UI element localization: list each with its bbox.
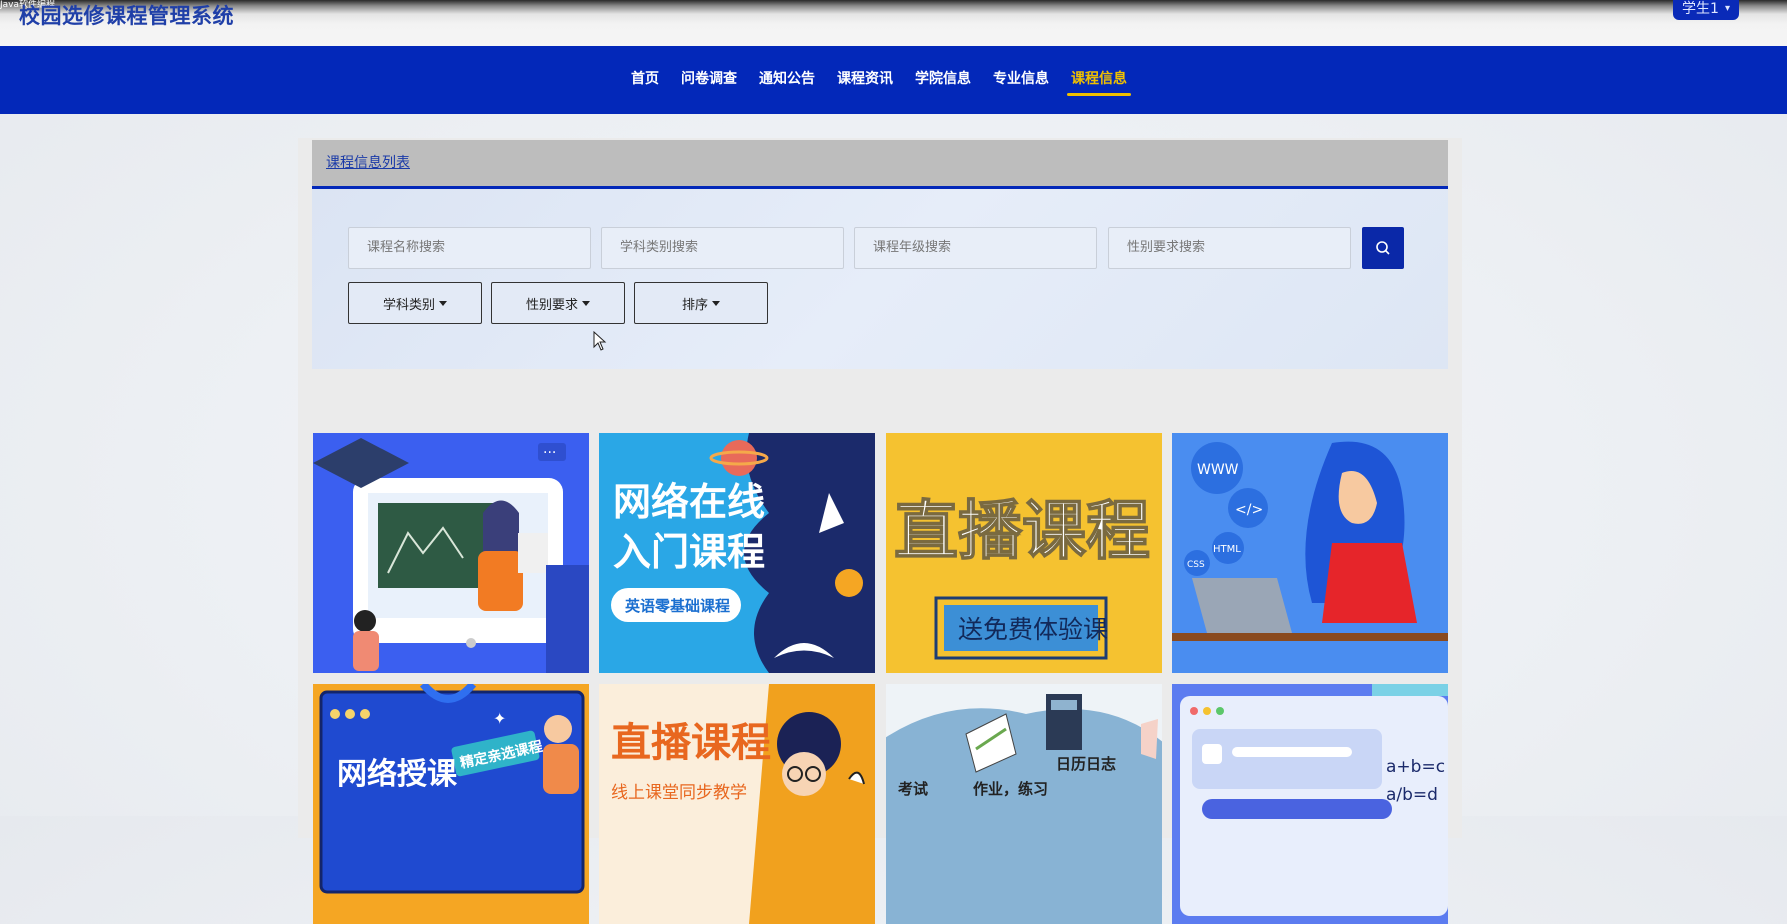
user-name: 学生1 [1682, 1, 1719, 17]
study-tools-illustration: 日历日志 考试 作业，练习 [886, 684, 1162, 924]
course-card[interactable]: ··· [313, 433, 589, 673]
nav-item-course-news[interactable]: 课程资讯 [826, 46, 904, 114]
list-title[interactable]: 课程信息列表 [326, 152, 410, 172]
course-card[interactable]: 日历日志 考试 作业，练习 [886, 684, 1162, 924]
html-label: HTML [1213, 544, 1241, 555]
code-label: </> [1235, 502, 1263, 518]
user-menu-button[interactable]: 学生1 ▾ [1673, 0, 1739, 20]
card-subtitle: 送免费体验课 [958, 615, 1108, 644]
sort-dropdown[interactable]: 排序 [634, 282, 768, 324]
live-class-banner: 直播课程 线上课堂同步教学 [599, 684, 875, 924]
course-name-search-input[interactable]: 课程名称搜索 [348, 227, 591, 269]
chevron-down-icon: ▾ [1724, 2, 1730, 14]
mouse-cursor-icon [593, 331, 607, 351]
nav-item-college-info[interactable]: 学院信息 [904, 46, 982, 114]
equation-2: a/b=d [1386, 785, 1438, 805]
caret-down-icon [439, 300, 447, 306]
course-card[interactable]: 直播课程 送免费体验课 [886, 433, 1162, 673]
card-title-line1: 网络在线 [613, 480, 765, 524]
svg-text:✦: ✦ [493, 709, 506, 728]
dropdown-label: 性别要求 [525, 297, 578, 313]
course-card[interactable]: a+b=c a/b=d [1172, 684, 1448, 924]
subject-category-search-input[interactable]: 学科类别搜索 [601, 227, 844, 269]
gender-requirement-search-input[interactable]: 性别要求搜索 [1108, 227, 1351, 269]
exam-label: 考试 [898, 780, 928, 798]
svg-text:···: ··· [543, 445, 556, 461]
nav-item-course-info[interactable]: 课程信息 [1060, 46, 1138, 114]
online-teaching-banner: ✦ 精定亲选课程 网络授课 [313, 684, 589, 924]
search-icon [1376, 241, 1390, 255]
course-card[interactable]: 直播课程 线上课堂同步教学 [599, 684, 875, 924]
www-label: WWW [1197, 462, 1239, 478]
gender-requirement-dropdown[interactable]: 性别要求 [491, 282, 625, 324]
course-grade-search-input[interactable]: 课程年级搜索 [854, 227, 1097, 269]
online-course-banner: 网络在线 入门课程 英语零基础课程 [599, 433, 875, 673]
caret-down-icon [712, 300, 720, 306]
nav-items: 首页 问卷调查 通知公告 课程资讯 学院信息 专业信息 课程信息 [620, 46, 1138, 114]
nav-item-major-info[interactable]: 专业信息 [982, 46, 1060, 114]
subject-category-dropdown[interactable]: 学科类别 [348, 282, 482, 324]
live-course-banner: 直播课程 送免费体验课 [886, 433, 1162, 673]
card-subtitle: 英语零基础课程 [625, 597, 730, 615]
course-card[interactable]: ✦ 精定亲选课程 网络授课 [313, 684, 589, 924]
card-subtitle: 线上课堂同步教学 [611, 783, 747, 803]
main-nav: 首页 问卷调查 通知公告 课程资讯 学院信息 专业信息 课程信息 [0, 46, 1787, 114]
search-area [312, 189, 1448, 369]
course-card[interactable]: WWW </> HTML CSS [1172, 433, 1448, 673]
system-title[interactable]: 校园选修课程管理系统 [19, 0, 234, 30]
dropdown-label: 学科类别 [382, 297, 435, 313]
nav-item-survey[interactable]: 问卷调查 [670, 46, 748, 114]
top-bar: Java软件编程 校园选修课程管理系统 学生1 ▾ [0, 0, 1787, 46]
web-developer-illustration: WWW </> HTML CSS [1172, 433, 1448, 673]
card-title: 网络授课 [337, 757, 458, 792]
card-title: 直播课程 [894, 495, 1150, 569]
nav-item-notice[interactable]: 通知公告 [748, 46, 826, 114]
css-label: CSS [1187, 560, 1205, 570]
card-title: 直播课程 [611, 720, 771, 766]
caret-down-icon [582, 300, 590, 306]
online-class-teacher-illustration: ··· [313, 433, 589, 673]
math-window-illustration: a+b=c a/b=d [1172, 684, 1448, 924]
calendar-label: 日历日志 [1056, 755, 1116, 773]
equation-1: a+b=c [1386, 757, 1445, 777]
list-header: 课程信息列表 [312, 140, 1448, 189]
dropdown-label: 排序 [681, 297, 708, 313]
course-card[interactable]: 网络在线 入门课程 英语零基础课程 [599, 433, 875, 673]
homework-label: 作业，练习 [973, 780, 1048, 798]
nav-item-home[interactable]: 首页 [620, 46, 670, 114]
search-button[interactable] [1362, 227, 1404, 269]
card-title-line2: 入门课程 [613, 530, 765, 574]
